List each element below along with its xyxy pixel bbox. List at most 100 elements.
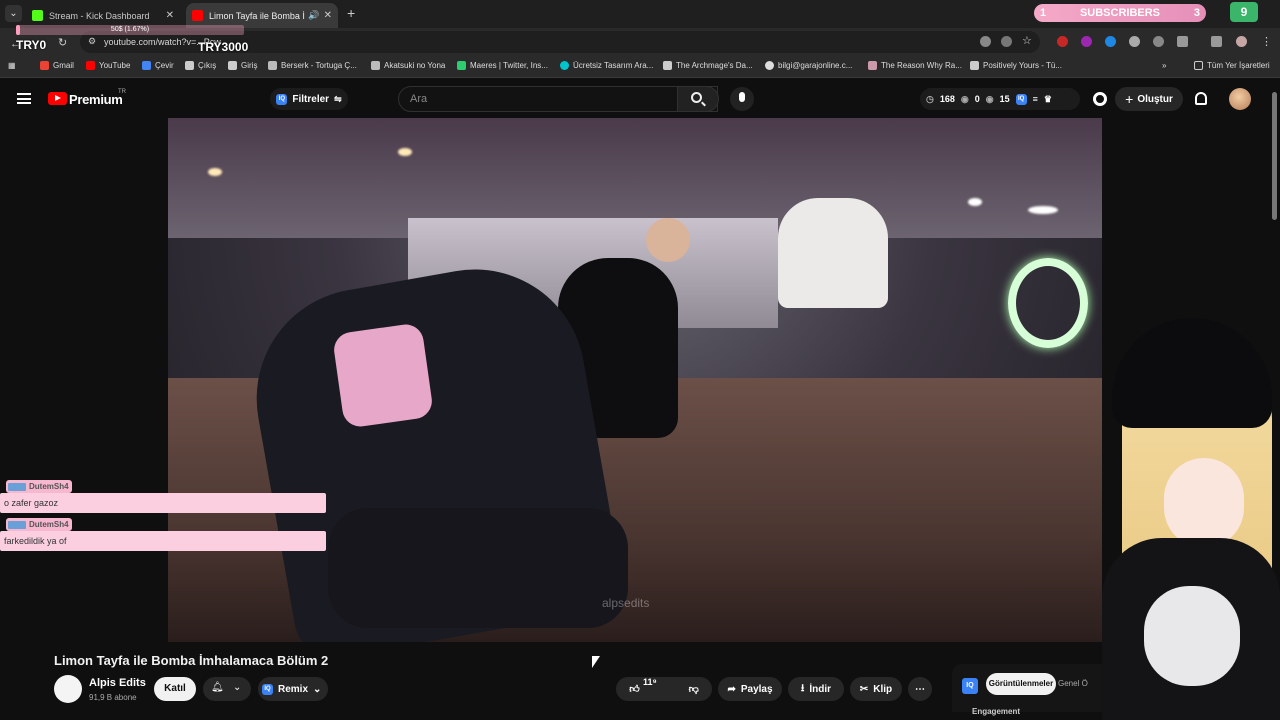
- bookmark-label: Positively Yours - Tü...: [983, 61, 1062, 70]
- microphone-icon[interactable]: [730, 87, 754, 111]
- iq-icon: IQ: [276, 93, 288, 105]
- notifications-bell-icon[interactable]: [1195, 92, 1207, 105]
- menu-icon[interactable]: [17, 93, 31, 104]
- scene-light: [208, 168, 222, 176]
- subscribers-goal-bar: 1 SUBSCRIBERS 3: [1034, 4, 1206, 22]
- new-tab-icon[interactable]: +: [347, 5, 355, 21]
- clip-button[interactable]: ✂ Klip: [850, 677, 902, 701]
- bookmark-youtube[interactable]: YouTube: [86, 61, 130, 70]
- iq-icon: IQ: [1015, 93, 1027, 105]
- create-button[interactable]: + Oluştur: [1115, 87, 1183, 111]
- bookmark-giris[interactable]: Giriş: [228, 61, 257, 70]
- tab-search-icon[interactable]: ⌄: [5, 5, 22, 22]
- download-button[interactable]: ⭳ İndir: [788, 677, 844, 701]
- remix-button[interactable]: IQ Remix ⌄: [258, 677, 328, 701]
- gaming-chair-seat: [328, 508, 628, 628]
- vtuber-horns: [1112, 318, 1272, 428]
- eye-icon: ◉: [960, 93, 969, 104]
- channel-name[interactable]: Alpis Edits: [89, 677, 146, 689]
- bookmark-gmail[interactable]: Gmail: [40, 61, 74, 70]
- extension-icon[interactable]: [1153, 36, 1164, 47]
- bookmark-garajonline[interactable]: bilgi@garajonline.c...: [765, 61, 852, 70]
- bookmark-maeres[interactable]: Maeres | Twitter, Ins...: [457, 61, 548, 70]
- video-watermark: alpsedits: [602, 596, 650, 610]
- extension-icon[interactable]: [1057, 36, 1068, 47]
- bookmark-berserk[interactable]: Berserk - Tortuga Ç...: [268, 61, 357, 70]
- close-tab-icon[interactable]: ✕: [166, 10, 174, 21]
- star-icon: [371, 61, 380, 70]
- extension-icon[interactable]: [1129, 36, 1140, 47]
- channel-avatar[interactable]: [54, 675, 82, 703]
- more-icon: ⋯: [915, 683, 925, 695]
- sliders-icon: ⇋: [334, 93, 342, 104]
- list-icon: ≡: [1032, 94, 1038, 104]
- page-icon: [663, 61, 672, 70]
- all-bookmarks[interactable]: Tüm Yer İşaretleri: [1194, 61, 1270, 70]
- speaker-icon[interactable]: 🔊: [308, 10, 319, 21]
- bookmark-akatsuki[interactable]: Akatsuki no Yona: [371, 61, 445, 70]
- gear-icon[interactable]: [1093, 92, 1107, 106]
- iq-icon: IQ: [262, 683, 273, 695]
- vtuber-face: [1164, 458, 1244, 548]
- extension-icon[interactable]: [1105, 36, 1116, 47]
- reload-icon[interactable]: ↻: [58, 36, 67, 49]
- avatar[interactable]: [1229, 88, 1251, 110]
- apps-grid-icon[interactable]: ▦: [8, 61, 16, 70]
- translate-icon: [142, 61, 151, 70]
- bookmark-canva[interactable]: Ücretsiz Tasarım Ara...: [560, 61, 653, 70]
- remix-label: Remix: [278, 683, 309, 695]
- eye-off-icon[interactable]: [1001, 36, 1012, 47]
- create-label: Oluştur: [1137, 93, 1173, 105]
- page-icon: [868, 61, 877, 70]
- site-info-icon[interactable]: ⚙: [88, 36, 96, 47]
- bookmark-label: Çıkış: [198, 61, 217, 70]
- reading-list-icon[interactable]: [1211, 36, 1222, 47]
- youtube-icon: [86, 61, 95, 70]
- iq-icon[interactable]: IQ: [962, 678, 978, 694]
- extensions-puzzle-icon[interactable]: [1177, 36, 1188, 47]
- chair-cat-pillow: [331, 322, 435, 429]
- search-input[interactable]: [398, 86, 718, 112]
- cloud-icon: [268, 61, 277, 70]
- search-icon[interactable]: [691, 92, 702, 103]
- thumbs-down-icon[interactable]: 👎︎: [689, 683, 699, 695]
- canva-icon: [560, 61, 569, 70]
- browser-menu-icon[interactable]: ⋮: [1261, 35, 1272, 48]
- close-tab-icon[interactable]: ✕: [324, 10, 332, 21]
- youtube-premium-label[interactable]: Premium: [69, 92, 123, 107]
- profile-icon[interactable]: [1236, 36, 1247, 47]
- share-button[interactable]: ➦ Paylaş: [718, 677, 782, 701]
- bookmark-positively-yours[interactable]: Positively Yours - Tü...: [970, 61, 1062, 70]
- vtuber-avatar: [1102, 318, 1280, 720]
- subscription-bell-button[interactable]: 🔔︎ ⌄: [203, 677, 251, 701]
- more-bookmarks-icon[interactable]: »: [1162, 61, 1166, 70]
- gmail-icon: [40, 61, 49, 70]
- bookmark-label: The Reason Why Ra...: [881, 61, 962, 70]
- bookmark-cikis[interactable]: Çıkış: [185, 61, 216, 70]
- bookmark-translate[interactable]: Çevir: [142, 61, 174, 70]
- globe-icon: [765, 61, 774, 70]
- bookmark-star-icon[interactable]: ☆: [1022, 34, 1033, 47]
- general-tab[interactable]: Genel Ö: [1058, 679, 1088, 688]
- views-tab[interactable]: Görüntülenmeler: [986, 673, 1056, 695]
- stats-pill[interactable]: ◷ 168 ◉ 0 ◉ 15 IQ ≡ ♛: [920, 88, 1080, 110]
- bookmark-label: The Archmage's Da...: [676, 61, 753, 70]
- install-icon[interactable]: [980, 36, 991, 47]
- scrollbar[interactable]: [1272, 92, 1277, 220]
- bookmark-reason-why[interactable]: The Reason Why Ra...: [868, 61, 962, 70]
- subscriber-count: 91,9 B abone: [89, 693, 137, 702]
- engagement-label: Engagement: [972, 707, 1021, 716]
- join-button[interactable]: Katıl: [154, 677, 196, 701]
- download-icon: ⭳: [800, 682, 805, 694]
- extension-icon[interactable]: [1081, 36, 1092, 47]
- filters-button[interactable]: IQ Filtreler ⇋: [270, 88, 348, 110]
- more-actions-button[interactable]: ⋯: [908, 677, 932, 701]
- thumbs-up-icon[interactable]: 👍︎: [629, 683, 639, 695]
- bookmark-archmage[interactable]: The Archmage's Da...: [663, 61, 753, 70]
- video-person-seated: [778, 198, 888, 308]
- scissors-icon: ✂: [859, 683, 869, 695]
- bookmark-label: Ücretsiz Tasarım Ara...: [573, 61, 654, 70]
- chat-message: farkedildik ya of: [0, 531, 326, 551]
- video-player[interactable]: alpsedits: [168, 118, 1102, 642]
- youtube-logo-icon[interactable]: [48, 92, 67, 105]
